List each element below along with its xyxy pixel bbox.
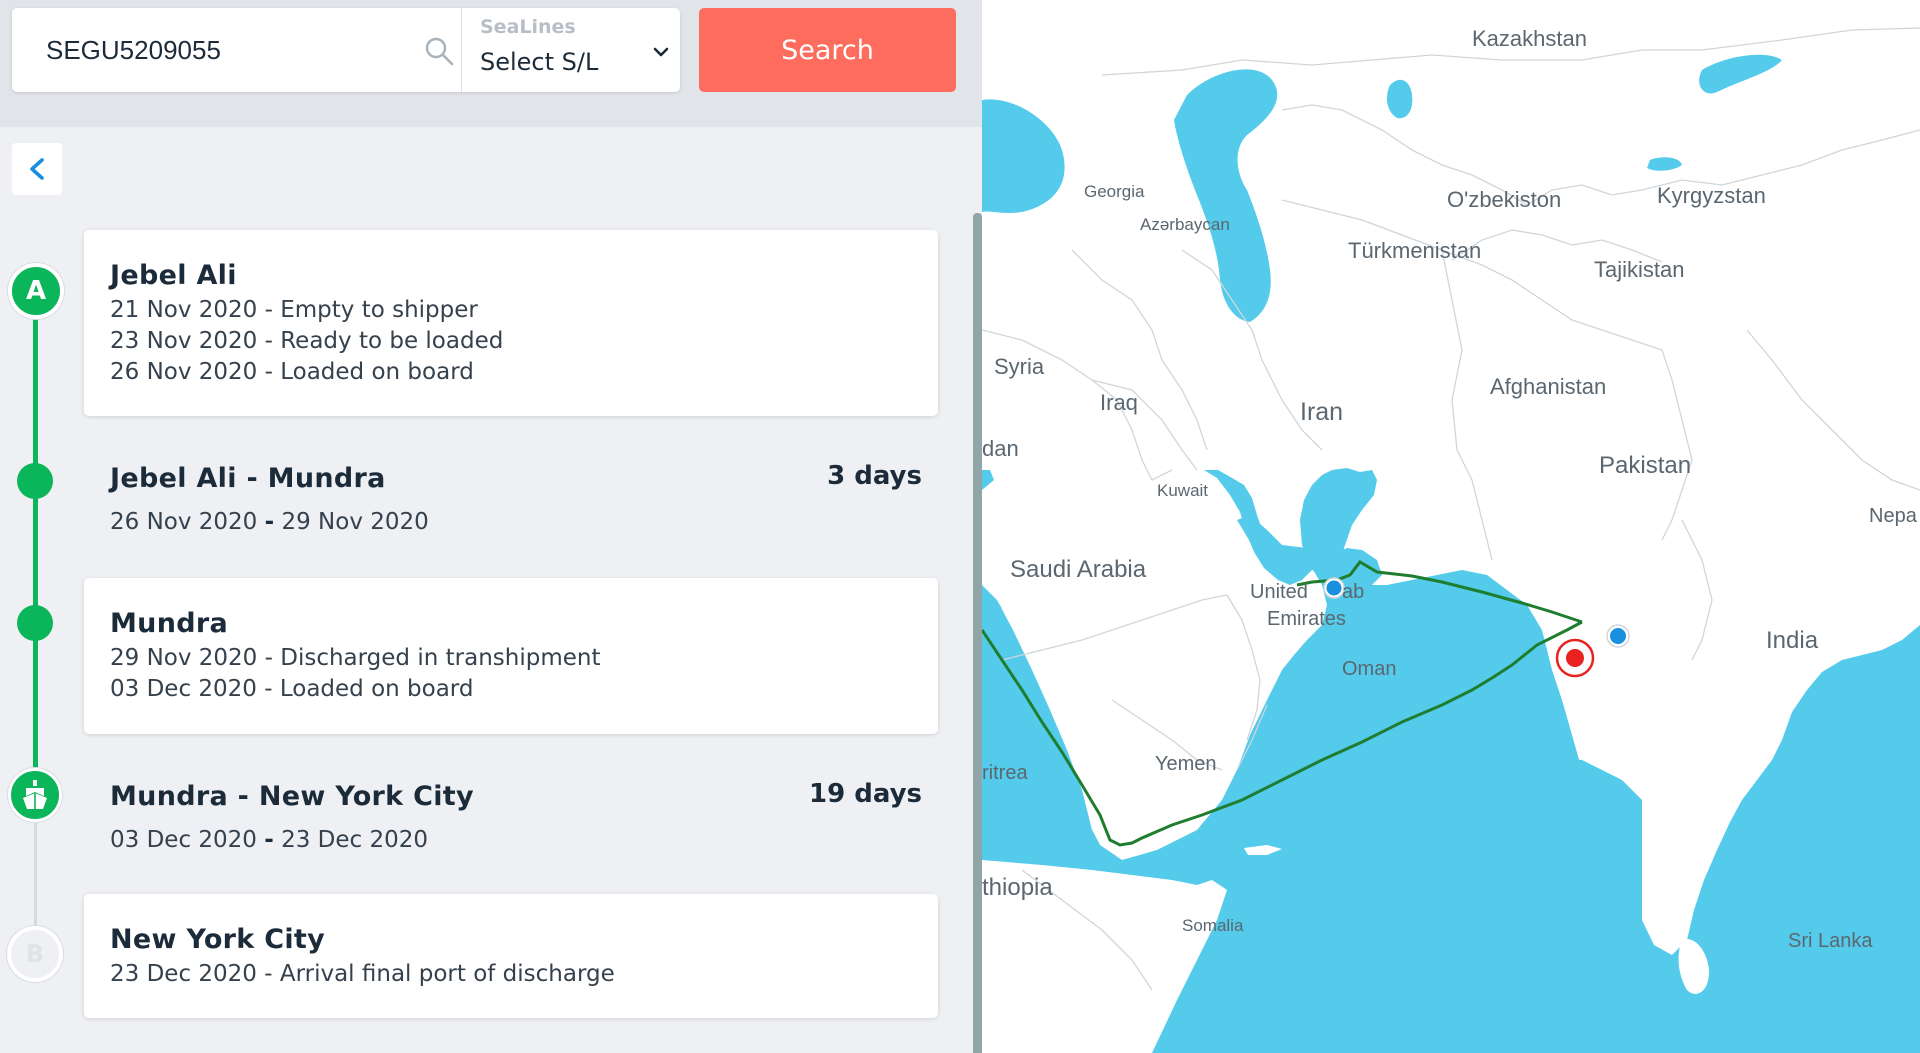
- sealines-select[interactable]: SeaLines Select S/L: [462, 8, 680, 92]
- leg-end-date: 23 Dec 2020: [281, 827, 429, 853]
- destination-marker-letter: B: [25, 940, 45, 968]
- map-label: Tajikistan: [1594, 257, 1685, 282]
- leg-duration: 19 days: [808, 779, 922, 809]
- chevron-left-icon: [30, 158, 44, 180]
- map-canvas: [982, 27, 1920, 1053]
- route-map[interactable]: Kazakhstan Georgia Azərbaycan O'zbekisto…: [982, 0, 1920, 1053]
- event-line: 23 Dec 2020 - Arrival final port of disc…: [110, 961, 615, 987]
- timeline-line-completed: [33, 300, 38, 770]
- qatar-peninsula: [1226, 545, 1238, 570]
- transship-dot: [17, 605, 53, 641]
- event-line: 03 Dec 2020 - Loaded on board: [110, 676, 474, 702]
- map-label: Yemen: [1155, 753, 1217, 775]
- map-label: Oman: [1342, 658, 1397, 680]
- port-name: Jebel Ali: [110, 260, 237, 291]
- leg-dates: 03 Dec 2020 - 23 Dec 2020: [110, 827, 428, 853]
- origin-marker-letter: A: [25, 276, 47, 306]
- destination-marker: B: [7, 926, 63, 982]
- map-label: ritrea: [982, 762, 1028, 784]
- map-label: ab: [1342, 581, 1365, 603]
- issyk-kul-lake: [1647, 157, 1682, 171]
- chevron-down-icon: [653, 47, 669, 57]
- timeline-line-pending: [34, 812, 37, 934]
- leg-end-date: 29 Nov 2020: [281, 509, 429, 535]
- jebel-ali-port-dot-inner: [1326, 580, 1342, 596]
- event-line: 21 Nov 2020 - Empty to shipper: [110, 297, 478, 323]
- container-number-input[interactable]: [12, 8, 462, 92]
- balkhash-lake: [1699, 54, 1782, 94]
- map-label: Kuwait: [1157, 481, 1209, 500]
- map-label: India: [1766, 627, 1819, 654]
- port-card-transship[interactable]: Mundra 29 Nov 2020 - Discharged in trans…: [84, 578, 938, 734]
- event-line: 23 Nov 2020 - Ready to be loaded: [110, 328, 504, 354]
- leg-start-date: 26 Nov 2020: [110, 509, 258, 535]
- mediterranean-sea: [982, 470, 994, 490]
- event-line: 29 Nov 2020 - Discharged in transhipment: [110, 645, 601, 671]
- sealines-value: Select S/L: [480, 48, 599, 76]
- leg-route: Jebel Ali - Mundra: [110, 463, 386, 494]
- map-label: Afghanistan: [1490, 374, 1607, 399]
- map-label: Kazakhstan: [1472, 26, 1587, 51]
- map-label: Pakistan: [1599, 452, 1692, 479]
- map-label: Saudi Arabia: [1010, 556, 1147, 583]
- search-bar: SeaLines Select S/L Search: [0, 0, 982, 127]
- map-label: Somalia: [1182, 916, 1244, 935]
- aral-sea: [1386, 79, 1413, 119]
- search-box: SeaLines Select S/L: [12, 8, 680, 92]
- map-label: Sri Lanka: [1788, 930, 1873, 952]
- caspian-sea: [1174, 69, 1278, 322]
- map-label: Emirates: [1267, 608, 1346, 630]
- leg-start-date: 03 Dec 2020: [110, 827, 257, 853]
- tracking-panel: SeaLines Select S/L Search A B Jebel Ali: [0, 0, 982, 1053]
- map-label: Iran: [1300, 398, 1344, 426]
- map-label: dan: [982, 436, 1019, 461]
- map-label: Kyrgyzstan: [1657, 183, 1766, 208]
- search-icon[interactable]: [424, 36, 454, 66]
- back-button[interactable]: [12, 143, 62, 195]
- ship-icon: [23, 780, 47, 809]
- leg-dates: 26 Nov 2020 - 29 Nov 2020: [110, 509, 429, 535]
- map-label: Georgia: [1084, 182, 1145, 201]
- leg1-dot: [17, 463, 53, 499]
- mundra-port-dot-inner: [1610, 628, 1626, 644]
- black-sea: [982, 99, 1065, 213]
- vessel-position-dot: [1566, 649, 1584, 667]
- leg-row: Jebel Ali - Mundra 3 days 26 Nov 2020 - …: [110, 461, 922, 543]
- ship-marker: [8, 768, 62, 822]
- map-label: O'zbekiston: [1447, 187, 1562, 212]
- origin-marker: A: [8, 263, 64, 319]
- port-card-destination[interactable]: New York City 23 Dec 2020 - Arrival fina…: [84, 894, 938, 1018]
- port-name: Mundra: [110, 608, 228, 639]
- map-label: Nepa: [1869, 505, 1917, 527]
- port-name: New York City: [110, 924, 326, 955]
- port-card-origin[interactable]: Jebel Ali 21 Nov 2020 - Empty to shipper…: [84, 230, 938, 416]
- map-label: Iraq: [1100, 390, 1138, 415]
- map-label: Azərbaycan: [1140, 215, 1230, 234]
- leg-row: Mundra - New York City 19 days 03 Dec 20…: [110, 779, 922, 861]
- event-line: 26 Nov 2020 - Loaded on board: [110, 359, 474, 385]
- map-label: Syria: [994, 354, 1045, 379]
- search-button[interactable]: Search: [699, 8, 956, 92]
- date-separator: -: [264, 827, 274, 853]
- leg-duration: 3 days: [827, 461, 922, 491]
- leg-route: Mundra - New York City: [110, 781, 474, 812]
- map-label: United: [1250, 581, 1308, 603]
- map-label: thiopia: [982, 874, 1053, 901]
- scrollbar[interactable]: [973, 213, 982, 1053]
- map-label: Türkmenistan: [1348, 238, 1482, 263]
- sealines-caption: SeaLines: [480, 16, 576, 38]
- date-separator: -: [264, 509, 275, 535]
